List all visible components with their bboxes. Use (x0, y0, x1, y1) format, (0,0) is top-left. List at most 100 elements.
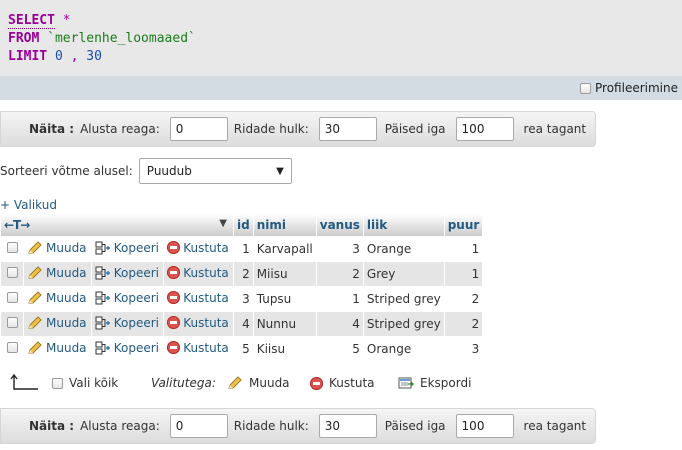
row-delete-label: Kustuta (183, 265, 229, 280)
column-header-liik[interactable]: liik (363, 214, 444, 236)
bottom-nav-bar: Näita : Alusta reaga: 0 Ridade hulk: 30 … (0, 408, 596, 444)
row-copy-label: Kopeeri (113, 290, 159, 305)
profiling-checkbox[interactable] (580, 82, 592, 94)
cell-nimi[interactable]: Miisu (253, 262, 316, 286)
table-row: Muuda Kopeeri Kustuta 4 Nunnu 4 Striped grey 2 (1, 312, 483, 336)
column-header-vanus[interactable]: vanus (316, 214, 363, 236)
row-checkbox[interactable] (6, 292, 18, 303)
row-copy-link[interactable]: Kopeeri (95, 291, 159, 305)
bulk-export-label: Ekspordi (420, 376, 472, 390)
row-copy-link[interactable]: Kopeeri (95, 341, 159, 355)
cell-id[interactable]: 4 (234, 312, 253, 336)
headers-every-input[interactable]: 100 (455, 117, 514, 141)
start-row-input[interactable]: 0 (169, 117, 228, 141)
row-copy-link[interactable]: Kopeeri (95, 241, 159, 255)
select-all-toggle[interactable]: Vali kõik (52, 376, 118, 390)
cell-id[interactable]: 3 (234, 287, 253, 311)
cell-vanus[interactable]: 2 (316, 262, 363, 286)
row-copy-label: Kopeeri (113, 240, 159, 255)
cell-nimi[interactable]: Tupsu (253, 287, 316, 311)
row-edit-link[interactable]: Muuda (27, 316, 87, 330)
chevron-down-icon: ▼ (276, 165, 284, 177)
sql-select-keyword[interactable]: SELECT (8, 13, 55, 29)
table-row: Muuda Kopeeri Kustuta 3 Tupsu 1 Striped grey 2 (1, 287, 483, 311)
row-edit-link[interactable]: Muuda (27, 291, 87, 305)
sql-limit-count: 30 (86, 49, 102, 64)
row-edit-link[interactable]: Muuda (27, 341, 87, 355)
row-checkbox[interactable] (6, 267, 18, 278)
copy-icon (95, 341, 110, 354)
cell-liik[interactable]: Striped grey (363, 287, 444, 311)
cell-id[interactable]: 2 (234, 262, 253, 286)
results-table-body: Muuda Kopeeri Kustuta 1 Karvapall 3 Orange 1 Muu… (1, 237, 483, 361)
row-edit-link[interactable]: Muuda (27, 266, 87, 280)
show-label: Näita : (29, 122, 75, 136)
cell-puur[interactable]: 3 (444, 337, 483, 361)
top-nav-bar: Näita : Alusta reaga: 0 Ridade hulk: 30 … (0, 111, 596, 147)
rows-count-input[interactable]: 30 (318, 414, 377, 438)
headers-suffix-label: rea tagant (523, 122, 587, 136)
row-edit-label: Muuda (46, 315, 87, 330)
column-header-puur[interactable]: puur (444, 214, 483, 236)
options-link[interactable]: + Valikud (0, 198, 57, 212)
sql-limit-keyword: LIMIT (8, 49, 48, 64)
row-delete-label: Kustuta (183, 340, 229, 355)
cell-nimi[interactable]: Kiisu (253, 337, 316, 361)
column-header-id[interactable]: id (234, 214, 253, 236)
row-checkbox[interactable] (6, 317, 18, 328)
row-checkbox[interactable] (6, 342, 18, 353)
cell-id[interactable]: 5 (234, 337, 253, 361)
cell-puur[interactable]: 2 (444, 287, 483, 311)
cell-vanus[interactable]: 1 (316, 287, 363, 311)
sql-limit-offset: 0 (54, 49, 63, 64)
row-delete-link[interactable]: Kustuta (167, 341, 229, 355)
cell-liik[interactable]: Grey (363, 262, 444, 286)
start-row-input[interactable]: 0 (169, 414, 228, 438)
cell-id[interactable]: 1 (234, 237, 253, 261)
table-row: Muuda Kopeeri Kustuta 2 Miisu 2 Grey 1 (1, 262, 483, 286)
bulk-edit-button[interactable]: Muuda (227, 376, 290, 390)
cell-liik[interactable]: Orange (363, 237, 444, 261)
cell-nimi[interactable]: Karvapall (253, 237, 316, 261)
row-copy-link[interactable]: Kopeeri (95, 316, 159, 330)
start-row-label: Alusta reaga: (80, 122, 160, 136)
cell-nimi[interactable]: Nunnu (253, 312, 316, 336)
cell-puur[interactable]: 1 (444, 262, 483, 286)
row-delete-label: Kustuta (183, 315, 229, 330)
row-edit-label: Muuda (46, 340, 87, 355)
headers-every-input[interactable]: 100 (455, 414, 514, 438)
headers-every-label: Päised iga (384, 122, 446, 136)
sort-key-select[interactable]: Puudub ▼ (138, 158, 292, 184)
row-delete-link[interactable]: Kustuta (167, 241, 229, 255)
cell-puur[interactable]: 2 (444, 312, 483, 336)
bulk-export-button[interactable]: Ekspordi (398, 376, 471, 390)
row-copy-link[interactable]: Kopeeri (95, 266, 159, 280)
select-all-checkbox[interactable] (52, 377, 63, 389)
cell-vanus[interactable]: 4 (316, 312, 363, 336)
results-table: ←T→ ▼ id nimi vanus liik puur Muuda Kopee… (0, 213, 483, 362)
row-delete-link[interactable]: Kustuta (167, 291, 229, 305)
cell-liik[interactable]: Striped grey (363, 312, 444, 336)
row-edit-label: Muuda (46, 290, 87, 305)
pencil-icon (28, 240, 42, 253)
column-header-nimi[interactable]: nimi (253, 214, 316, 236)
copy-icon (95, 266, 110, 279)
resize-columns-icon[interactable]: ←T→ (4, 218, 30, 232)
cell-liik[interactable]: Orange (363, 337, 444, 361)
profiling-toggle[interactable]: Profileerimine (580, 81, 678, 95)
row-delete-link[interactable]: Kustuta (167, 316, 229, 330)
row-checkbox[interactable] (6, 242, 18, 253)
rows-count-input[interactable]: 30 (318, 117, 377, 141)
row-copy-label: Kopeeri (113, 265, 159, 280)
columns-dropdown-icon[interactable]: ▼ (219, 218, 227, 229)
table-row: Muuda Kopeeri Kustuta 5 Kiisu 5 Orange 3 (1, 337, 483, 361)
cell-puur[interactable]: 1 (444, 237, 483, 261)
row-edit-link[interactable]: Muuda (27, 241, 87, 255)
bulk-delete-button[interactable]: Kustuta (310, 376, 375, 390)
copy-icon (95, 291, 110, 304)
row-delete-link[interactable]: Kustuta (167, 266, 229, 280)
copy-icon (95, 241, 110, 254)
cell-vanus[interactable]: 3 (316, 237, 363, 261)
profiling-bar: Profileerimine (0, 76, 682, 100)
cell-vanus[interactable]: 5 (316, 337, 363, 361)
